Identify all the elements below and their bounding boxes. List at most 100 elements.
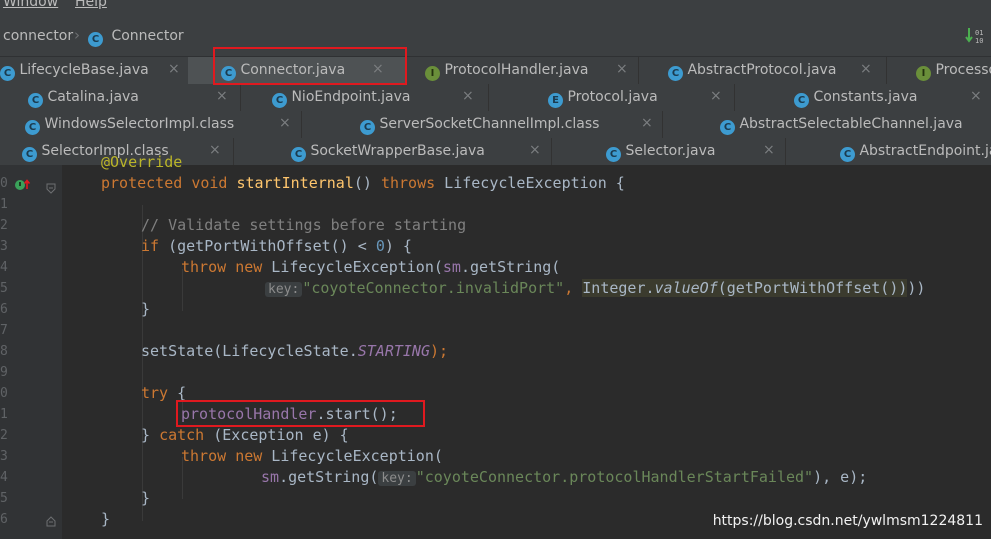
watermark: https://blog.csdn.net/ywlmsm1224811 — [712, 513, 983, 529]
sort-icon[interactable]: 01 10 — [964, 26, 986, 46]
class-icon: C — [22, 147, 37, 162]
code-line: throw new LifecycleException(sm.getStrin… — [181, 258, 561, 276]
tab-socketwrapperbase[interactable]: C SocketWrapperBase.java × — [233, 138, 552, 165]
code-line: throw new LifecycleException( — [181, 447, 443, 465]
line-number: 3 — [0, 449, 8, 464]
class-icon: C — [272, 93, 287, 108]
code-line: if (getPortWithOffset() < 0) { — [141, 237, 412, 255]
tab-label: AbstractEndpoint.ja — [859, 143, 991, 159]
interface-icon: I — [425, 66, 440, 81]
class-icon: C — [88, 32, 103, 47]
line-number: 2 — [0, 218, 8, 233]
class-icon: C — [291, 147, 306, 162]
close-icon[interactable]: × — [168, 61, 180, 77]
tab-label: Processo — [935, 62, 991, 78]
close-icon[interactable]: × — [529, 142, 541, 158]
line-number: 4 — [0, 260, 8, 275]
line-number: 7 — [0, 323, 8, 338]
class-icon: C — [840, 147, 855, 162]
close-icon[interactable]: × — [710, 88, 722, 104]
breadcrumb-class[interactable]: C Connector — [88, 28, 184, 47]
tab-protocolhandler[interactable]: I ProtocolHandler.java × — [406, 57, 639, 84]
code-line: setState(LifecycleState.STARTING); — [141, 342, 449, 360]
tab-catalina[interactable]: C Catalina.java × — [0, 84, 241, 111]
tab-label: LifecycleBase.java — [19, 62, 149, 78]
close-icon[interactable]: × — [216, 88, 228, 104]
close-icon[interactable]: × — [279, 115, 291, 131]
tab-abstractselectablechannel[interactable]: C AbstractSelectableChannel.java — [662, 111, 991, 138]
line-number: 6 — [0, 302, 8, 317]
close-icon[interactable]: × — [462, 88, 474, 104]
line-number: 2 — [0, 428, 8, 443]
code-line: key: "coyoteConnector.invalidPort", Integ… — [265, 279, 925, 297]
line-number: 1 — [0, 407, 8, 422]
svg-text:10: 10 — [975, 37, 983, 45]
navigation-bar: connector › C Connector 01 10 — [0, 12, 991, 57]
code-line: protected void startInternal() throws Li… — [101, 174, 625, 192]
close-icon[interactable]: × — [209, 142, 221, 158]
fold-icon[interactable] — [46, 179, 56, 198]
code-line: } catch (Exception e) { — [141, 426, 349, 444]
override-method-icon[interactable] — [15, 177, 31, 196]
tab-serversocketchannelimpl[interactable]: C ServerSocketChannelImpl.class × — [301, 111, 663, 138]
class-icon: C — [668, 66, 683, 81]
tab-windowsselectorimpl[interactable]: C WindowsSelectorImpl.class × — [0, 111, 302, 138]
tab-nioendpoint[interactable]: C NioEndpoint.java × — [240, 84, 489, 111]
menu-bar: Window Help — [0, 0, 991, 12]
editor-tab-row-1: C LifecycleBase.java × C Connector.java … — [0, 57, 991, 85]
tab-label: Catalina.java — [47, 89, 139, 105]
close-icon[interactable]: × — [616, 61, 628, 77]
line-number-gutter: 0 1 2 3 4 5 6 7 8 9 0 1 2 3 4 5 6 — [0, 165, 62, 539]
line-number: 4 — [0, 470, 8, 485]
tab-label: AbstractProtocol.java — [687, 62, 837, 78]
code-editor[interactable]: 0 1 2 3 4 5 6 7 8 9 0 1 2 3 4 5 6 @Overr… — [0, 153, 991, 539]
tab-abstractendpoint[interactable]: C AbstractEndpoint.ja — [785, 138, 991, 165]
tab-label: ServerSocketChannelImpl.class — [379, 116, 600, 132]
line-number: 8 — [0, 344, 8, 359]
close-icon[interactable]: × — [763, 142, 775, 158]
parameter-hint: key: — [265, 282, 303, 297]
tab-label: WindowsSelectorImpl.class — [44, 116, 235, 132]
tab-label: NioEndpoint.java — [291, 89, 411, 105]
fold-icon[interactable] — [46, 512, 56, 531]
tab-constants[interactable]: C Constants.java × — [734, 84, 991, 111]
breadcrumb-package[interactable]: connector — [3, 28, 73, 44]
class-icon: C — [360, 120, 375, 135]
tab-protocol[interactable]: E Protocol.java × — [488, 84, 735, 111]
tab-selector[interactable]: C Selector.java × — [551, 138, 786, 165]
close-icon[interactable]: × — [860, 61, 872, 77]
tab-label: Selector.java — [625, 143, 716, 159]
interface-icon: I — [916, 66, 931, 81]
code-line: } — [141, 300, 151, 318]
class-icon: C — [28, 93, 43, 108]
tab-label: AbstractSelectableChannel.java — [739, 116, 963, 132]
class-icon: C — [606, 147, 621, 162]
highlight-box-protocolhandler-start — [176, 400, 425, 427]
class-icon: C — [720, 120, 735, 135]
editor-tab-row-2: C Catalina.java × C NioEndpoint.java × E… — [0, 84, 991, 112]
tab-lifecyclebase[interactable]: C LifecycleBase.java × — [0, 57, 189, 84]
code-line: } — [141, 489, 151, 507]
parameter-hint: key: — [378, 471, 416, 486]
code-comment: // Validate settings before starting — [141, 216, 467, 234]
code-line: } — [101, 510, 111, 528]
breadcrumb-class-label: Connector — [111, 28, 184, 44]
tab-abstractprotocol[interactable]: C AbstractProtocol.java × — [638, 57, 887, 84]
editor-tab-row-3: C WindowsSelectorImpl.class × C ServerSo… — [0, 111, 991, 139]
class-icon: C — [794, 93, 809, 108]
line-number: 1 — [0, 197, 8, 212]
line-number: 6 — [0, 512, 8, 527]
code-line: sm.getString(key: "coyoteConnector.protoc… — [261, 468, 868, 486]
menu-help[interactable]: Help — [75, 0, 107, 10]
tab-label: SocketWrapperBase.java — [310, 143, 485, 159]
tab-processor[interactable]: I Processo — [886, 57, 991, 84]
close-icon[interactable]: × — [641, 115, 653, 131]
line-number: 3 — [0, 239, 8, 254]
enum-icon: E — [548, 93, 563, 108]
highlight-box-connector-tab — [213, 47, 407, 85]
breadcrumb-separator-icon: › — [74, 26, 80, 44]
menu-window[interactable]: Window — [3, 0, 58, 10]
tab-label: Constants.java — [813, 89, 918, 105]
line-number: 5 — [0, 281, 8, 296]
close-icon[interactable]: × — [970, 88, 982, 104]
